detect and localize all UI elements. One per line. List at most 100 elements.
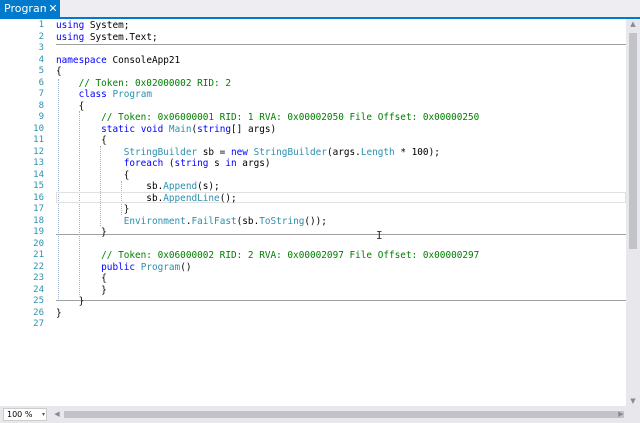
code-line[interactable]: 13 foreach (string s in args)	[0, 158, 626, 170]
code-line[interactable]: 3	[0, 43, 626, 55]
code-token: Program	[112, 89, 152, 100]
line-number: 14	[33, 169, 44, 180]
code-line[interactable]: 18 Environment.FailFast(sb.ToString());	[0, 216, 626, 228]
code-line[interactable]: 5{	[0, 66, 626, 78]
code-text: using System.Text;	[56, 32, 158, 44]
code-line[interactable]: 17 }	[0, 204, 626, 216]
code-line[interactable]: 14 {	[0, 170, 626, 182]
code-line[interactable]: 10 static void Main(string[] args)	[0, 124, 626, 136]
code-token: sb.	[56, 192, 164, 204]
code-line[interactable]: 11 {	[0, 135, 626, 147]
code-line[interactable]: 24 }	[0, 285, 626, 297]
code-token: }	[56, 227, 107, 238]
code-line[interactable]: 20	[0, 239, 626, 251]
code-token: ()	[180, 261, 192, 273]
code-line[interactable]: 4 namespace ConsoleApp21	[0, 55, 626, 67]
horizontal-scroll-thumb[interactable]	[64, 411, 624, 418]
line-number: 25	[33, 296, 44, 306]
code-line[interactable]: 25 }	[0, 296, 626, 308]
code-token: {	[56, 273, 107, 284]
scroll-right-icon[interactable]: ▶	[616, 408, 626, 421]
code-text: {	[56, 101, 85, 113]
tab-title: Program	[4, 2, 51, 15]
code-token: (	[163, 158, 175, 169]
code-token: using	[56, 31, 85, 43]
line-number: 1	[38, 20, 44, 30]
code-line[interactable]: 2 using System.Text;	[0, 32, 626, 44]
code-text: {	[56, 273, 107, 285]
code-text: }	[56, 204, 130, 216]
code-editor[interactable]: I 1 using System; 2 using System.Text; 3 4 nam…	[0, 19, 626, 406]
code-text: static void Main(string[] args)	[56, 124, 276, 136]
code-line[interactable]: 12 StringBuilder sb = new StringBuilder(…	[0, 147, 626, 159]
code-line[interactable]: 6 // Token: 0x02000002 RID: 2	[0, 78, 626, 90]
code-line[interactable]: 26}	[0, 308, 626, 320]
code-token: {	[56, 66, 62, 77]
code-text: foreach (string s in args)	[56, 158, 271, 170]
code-token: (s);	[197, 181, 220, 192]
code-line[interactable]: 9 // Token: 0x06000001 RID: 1 RVA: 0x000…	[0, 112, 626, 124]
line-number: 9	[38, 112, 44, 122]
code-token: Environment	[123, 215, 186, 227]
code-line[interactable]: 1 using System;	[0, 20, 626, 32]
line-number: 21	[33, 250, 44, 260]
code-token: FailFast	[191, 215, 237, 227]
code-token: static	[101, 123, 136, 135]
code-line[interactable]: 19 }	[0, 227, 626, 239]
tab-program[interactable]: Program	[0, 0, 50, 17]
code-token: }	[56, 204, 130, 215]
code-text: }	[56, 227, 107, 239]
vertical-scroll-thumb[interactable]	[629, 33, 637, 249]
code-token: ());	[304, 215, 327, 227]
code-token: }	[56, 296, 85, 307]
line-number: 2	[38, 31, 44, 42]
code-token: sb.	[56, 181, 164, 192]
code-line[interactable]: 21 // Token: 0x06000002 RID: 2 RVA: 0x00…	[0, 250, 626, 262]
line-number: 7	[38, 89, 44, 99]
code-token: ToString	[259, 215, 305, 227]
code-token: class	[78, 89, 107, 100]
code-line[interactable]: 16 sb.AppendLine();	[0, 193, 626, 205]
line-number: 17	[33, 204, 44, 214]
line-number: 19	[33, 227, 44, 237]
code-line[interactable]: 15 sb.Append(s);	[0, 181, 626, 193]
horizontal-scrollbar[interactable]: ◀ ▶	[52, 408, 626, 421]
code-text: // Token: 0x06000001 RID: 1 RVA: 0x00002…	[56, 112, 479, 124]
line-number: 4	[38, 54, 44, 65]
line-number: 27	[33, 319, 44, 329]
code-token: [] args)	[231, 123, 277, 135]
code-line[interactable]: 23 {	[0, 273, 626, 285]
line-number: 11	[33, 135, 44, 145]
code-token: // Token: 0x02000002 RID: 2	[78, 77, 231, 89]
code-token: // Token: 0x06000001 RID: 1 RVA: 0x00002…	[101, 112, 480, 123]
code-text: }	[56, 285, 107, 297]
vertical-scrollbar[interactable]: ▲ ▼	[626, 19, 640, 406]
code-token: ();	[219, 192, 237, 204]
scroll-down-icon[interactable]: ▼	[626, 396, 640, 406]
code-token: sb =	[197, 146, 231, 158]
code-token: in	[225, 158, 237, 169]
code-text: namespace ConsoleApp21	[56, 55, 180, 67]
scroll-left-icon[interactable]: ◀	[52, 408, 62, 421]
code-token: using	[56, 20, 85, 31]
scroll-up-icon[interactable]: ▲	[626, 19, 640, 29]
code-line[interactable]: 8 {	[0, 101, 626, 113]
code-token: Length	[360, 146, 395, 158]
code-line[interactable]: 7 class Program	[0, 89, 626, 101]
code-token: Main	[168, 123, 192, 135]
code-token: {	[56, 135, 107, 146]
zoom-dropdown[interactable]: 100 % ▾	[3, 408, 47, 421]
line-number: 16	[33, 192, 44, 203]
code-line[interactable]: 22 public Program()	[0, 262, 626, 274]
code-line[interactable]: 27	[0, 319, 626, 331]
line-number: 15	[33, 181, 44, 191]
line-number: 26	[33, 307, 44, 318]
code-token: {	[56, 169, 130, 181]
close-tab-icon[interactable]: ✕	[46, 0, 60, 17]
code-token: namespace	[56, 54, 107, 66]
